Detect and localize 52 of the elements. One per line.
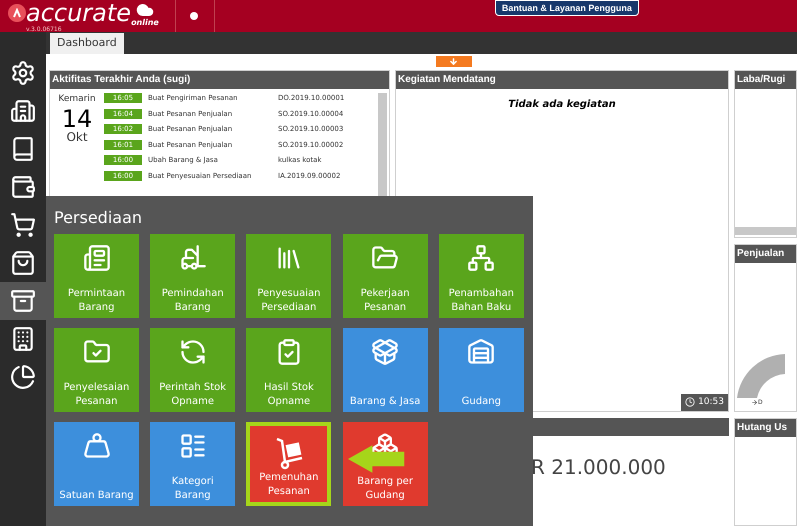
cart-icon <box>10 212 36 238</box>
package-icon <box>371 338 400 366</box>
month-label: Okt <box>66 130 88 144</box>
dashboard-tab[interactable]: Dashboard <box>50 33 124 54</box>
menu-tile[interactable]: Satuan Barang <box>54 422 139 506</box>
clock-icon <box>685 397 696 408</box>
help-button[interactable]: Bantuan & Layanan Pengguna <box>494 0 639 16</box>
menu-tile[interactable]: Penyesuaian Persediaan <box>246 234 332 318</box>
menu-tile[interactable]: Barang & Jasa <box>342 328 428 412</box>
amount-text: R 21.000.000 <box>530 454 667 481</box>
building-icon <box>10 98 36 124</box>
logo-icon <box>8 4 26 22</box>
weight-icon <box>82 432 110 460</box>
form-icon <box>82 244 110 272</box>
refresh-icon <box>178 338 207 366</box>
empty-message: Tidak ada kegiatan <box>507 98 617 112</box>
gear-icon <box>10 60 36 86</box>
warehouse-icon <box>467 338 496 366</box>
menu-tile[interactable]: Pemenuhan Pesanan <box>246 422 332 506</box>
menu-title: Persediaan <box>54 208 144 228</box>
panel-header: Penjualan <box>735 245 796 263</box>
boxes-tree-icon <box>467 244 496 272</box>
forklift-icon <box>178 244 207 272</box>
panel-header: Hutang Us <box>735 419 796 437</box>
time-text: 10:53 <box>698 396 724 408</box>
pie-chart-icon <box>10 364 36 390</box>
arrow-down-icon <box>449 57 458 66</box>
gauge-drawing <box>735 354 785 398</box>
menu-tile[interactable]: Pemindahan Barang <box>150 234 236 318</box>
collapse-button[interactable] <box>436 56 472 67</box>
menu-tile[interactable]: Hasil Stok Opname <box>246 328 332 412</box>
date-number: 14 <box>62 106 92 130</box>
menu-tile[interactable]: Penyelesaian Pesanan <box>54 328 139 412</box>
list-icon <box>178 432 207 460</box>
menu-tile[interactable]: Perintah Stok Opname <box>150 328 236 412</box>
sidebar-item[interactable] <box>0 282 46 320</box>
arrow-right-icon <box>751 399 758 406</box>
menu-tile[interactable]: Penambahan Bahan Baku <box>438 234 524 318</box>
cloud-icon <box>136 1 154 19</box>
day-label: Kemarin <box>58 93 96 106</box>
menu-tile[interactable]: Gudang <box>438 328 524 412</box>
panel-header: Laba/Rugi <box>735 71 796 89</box>
logo-subtitle: online <box>131 19 159 27</box>
bag-icon <box>10 250 36 276</box>
cabinet-icon <box>10 288 36 314</box>
menu-tile[interactable]: Kategori Barang <box>150 422 236 506</box>
panel-header: Kegiatan Mendatang <box>396 71 728 89</box>
logo-text: accurate <box>26 1 132 25</box>
menu-tile[interactable]: Pekerjaan Pesanan <box>342 234 428 318</box>
menu-tile[interactable]: Permintaan Barang <box>54 234 139 318</box>
wallet-icon <box>10 174 36 200</box>
panel-header: Aktifitas Terakhir Anda (sugi) <box>50 71 389 89</box>
